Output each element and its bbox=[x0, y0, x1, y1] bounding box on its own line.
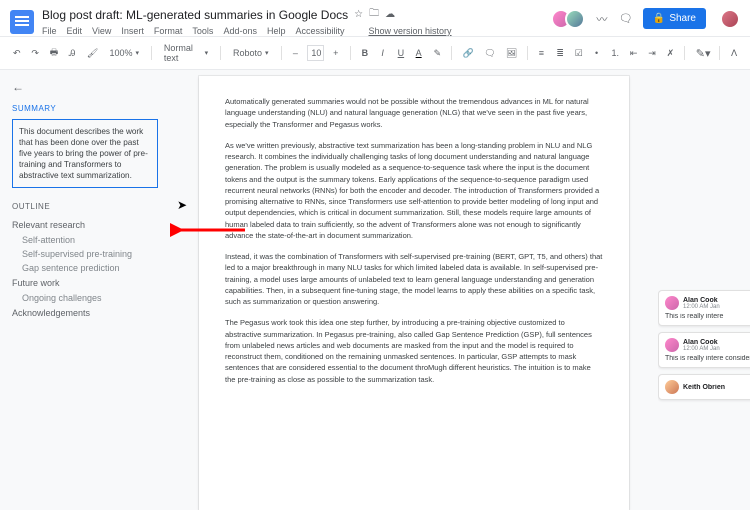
outline-subitem[interactable]: Gap sentence prediction bbox=[12, 261, 158, 275]
menu-edit[interactable]: Edit bbox=[67, 26, 83, 36]
comment-time: 12:00 AM Jan bbox=[683, 346, 720, 352]
zoom-dropdown[interactable]: 100% bbox=[106, 46, 144, 60]
move-icon[interactable]: 🗀 bbox=[369, 6, 379, 23]
menu-format[interactable]: Format bbox=[154, 26, 183, 36]
menu-tools[interactable]: Tools bbox=[192, 26, 213, 36]
comment-author: Keith Obrien bbox=[683, 384, 725, 391]
account-avatar[interactable] bbox=[720, 9, 740, 29]
indent-increase-button[interactable]: ⇥ bbox=[645, 46, 657, 61]
summary-text[interactable]: This document describes the work that ha… bbox=[12, 119, 158, 188]
docs-logo-icon[interactable] bbox=[10, 10, 34, 34]
comment-avatar bbox=[665, 296, 679, 310]
menu-file[interactable]: File bbox=[42, 26, 57, 36]
font-dropdown[interactable]: Roboto bbox=[229, 46, 273, 60]
editing-mode-button[interactable]: ✎▾ bbox=[693, 45, 711, 62]
version-history-link[interactable]: Show version history bbox=[369, 26, 452, 36]
share-button[interactable]: 🔒 Share bbox=[643, 8, 706, 29]
paragraph[interactable]: Instead, it was the combination of Trans… bbox=[225, 251, 603, 307]
comment-avatar bbox=[665, 380, 679, 394]
comment-author: Alan Cook bbox=[683, 339, 720, 346]
menu-help[interactable]: Help bbox=[267, 26, 286, 36]
lock-icon: 🔒 bbox=[653, 13, 665, 24]
outline-heading: OUTLINE bbox=[12, 202, 158, 211]
paragraph[interactable]: Automatically generated summaries would … bbox=[225, 96, 603, 130]
menu-view[interactable]: View bbox=[92, 26, 111, 36]
highlight-button[interactable]: ✎ bbox=[431, 46, 443, 61]
comment-text: This is really intere bbox=[665, 313, 750, 320]
numbered-list-button[interactable]: 1. bbox=[609, 46, 621, 60]
comments-icon[interactable]: 🗨 bbox=[619, 12, 633, 26]
insert-comment-button[interactable]: 🗨 bbox=[481, 46, 497, 61]
paint-format-button[interactable]: 🖌 bbox=[84, 46, 100, 61]
line-spacing-button[interactable]: ≣ bbox=[553, 46, 565, 61]
comment-author: Alan Cook bbox=[683, 297, 720, 304]
italic-button[interactable]: I bbox=[377, 46, 389, 60]
comment-time: 12:00 AM Jan bbox=[683, 304, 720, 310]
outline-item[interactable]: Relevant research bbox=[12, 217, 158, 233]
checklist-button[interactable]: ☑ bbox=[572, 46, 585, 61]
outline-item[interactable]: Future work bbox=[12, 275, 158, 291]
redo-button[interactable]: ↷ bbox=[28, 46, 40, 61]
summary-heading: SUMMARY bbox=[12, 104, 158, 113]
paragraph[interactable]: The Pegasus work took this idea one step… bbox=[225, 317, 603, 385]
paragraph[interactable]: As we've written previously, abstractive… bbox=[225, 140, 603, 241]
collapse-outline-button[interactable]: ← bbox=[12, 80, 158, 94]
outline-subitem[interactable]: Self-supervised pre-training bbox=[12, 247, 158, 261]
bold-button[interactable]: B bbox=[359, 46, 371, 60]
share-label: Share bbox=[669, 13, 696, 24]
comment-text: This is really intere considered trying … bbox=[665, 355, 750, 362]
activity-icon[interactable]: 〰 bbox=[595, 12, 609, 26]
cloud-status-icon: ☁ bbox=[385, 9, 395, 20]
undo-button[interactable]: ↶ bbox=[10, 46, 22, 61]
outline-item[interactable]: Acknowledgements bbox=[12, 305, 158, 321]
print-button[interactable]: 🖶 bbox=[47, 43, 60, 63]
indent-decrease-button[interactable]: ⇤ bbox=[627, 46, 639, 61]
paragraph-style-dropdown[interactable]: Normal text bbox=[160, 41, 212, 65]
menu-insert[interactable]: Insert bbox=[121, 26, 144, 36]
font-size-value[interactable]: 10 bbox=[307, 45, 323, 61]
outline-subitem[interactable]: Self-attention bbox=[12, 233, 158, 247]
document-title[interactable]: Blog post draft: ML-generated summaries … bbox=[42, 8, 348, 22]
presence-avatars[interactable] bbox=[557, 9, 585, 29]
comment-card[interactable]: Keith Obrien bbox=[658, 374, 750, 400]
insert-link-button[interactable]: 🔗 bbox=[460, 46, 475, 61]
comment-card[interactable]: Alan Cook12:00 AM Jan This is really int… bbox=[658, 290, 750, 326]
toolbar: ↶ ↷ 🖶 Ꭿ 🖌 100% Normal text Roboto – 10 +… bbox=[0, 36, 750, 70]
presence-avatar-2[interactable] bbox=[565, 9, 585, 29]
font-size-increase[interactable]: + bbox=[330, 46, 342, 60]
star-icon[interactable]: ☆ bbox=[354, 9, 363, 20]
insert-image-button[interactable]: 🖼 bbox=[503, 46, 519, 61]
comment-avatar bbox=[665, 338, 679, 352]
comment-card[interactable]: Alan Cook12:00 AM Jan This is really int… bbox=[658, 332, 750, 368]
sidebar: ← SUMMARY This document describes the wo… bbox=[0, 70, 170, 510]
collapse-toolbar-button[interactable]: ᐱ bbox=[728, 46, 740, 61]
menu-addons[interactable]: Add-ons bbox=[223, 26, 257, 36]
spellcheck-button[interactable]: Ꭿ bbox=[66, 46, 78, 61]
outline-subitem[interactable]: Ongoing challenges bbox=[12, 291, 158, 305]
align-button[interactable]: ≡ bbox=[535, 46, 547, 60]
underline-button[interactable]: U bbox=[395, 46, 407, 60]
comments-column: Alan Cook12:00 AM Jan This is really int… bbox=[658, 70, 750, 510]
menu-bar: File Edit View Insert Format Tools Add-o… bbox=[42, 23, 549, 36]
clear-formatting-button[interactable]: ✗ bbox=[664, 46, 676, 61]
document-page[interactable]: Automatically generated summaries would … bbox=[199, 76, 629, 510]
bulleted-list-button[interactable]: • bbox=[591, 46, 603, 60]
font-size-decrease[interactable]: – bbox=[289, 46, 301, 60]
text-color-button[interactable]: A bbox=[413, 46, 425, 60]
menu-accessibility[interactable]: Accessibility bbox=[295, 26, 344, 36]
